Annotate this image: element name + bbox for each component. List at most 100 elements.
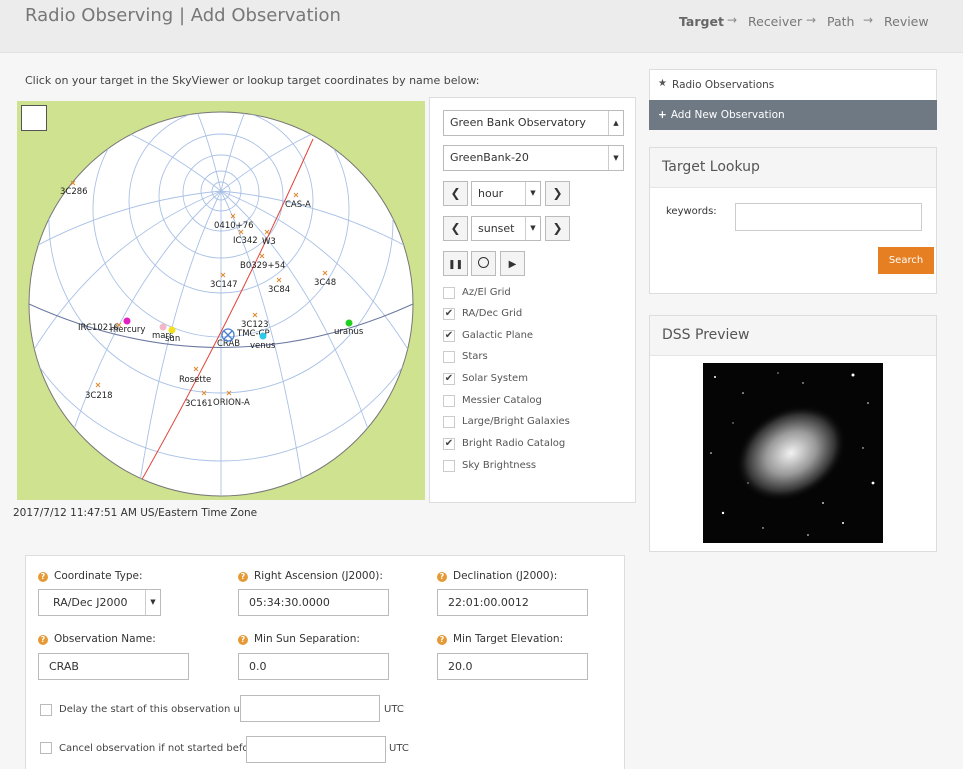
observatory-select[interactable]: Green Bank Observatory ▲ — [443, 110, 624, 136]
option-label: Messier Catalog — [462, 395, 542, 406]
chevron-down-icon: ▼ — [525, 217, 540, 240]
cancel-observation-input[interactable] — [246, 736, 386, 763]
pause-button[interactable]: ❚❚ — [443, 251, 468, 276]
step-forward-button[interactable]: ❯ — [545, 181, 570, 206]
coordinate-type-select[interactable]: RA/Dec J2000 ▼ — [38, 589, 161, 616]
source-label[interactable]: ORION-A — [213, 398, 250, 408]
help-icon[interactable]: ? — [437, 635, 447, 645]
sky-map[interactable]: 3C286 CAS-A 0410+76 IC342 W3 B0329+54 3C… — [17, 101, 425, 500]
source-label[interactable]: 3C84 — [268, 285, 290, 295]
source-label[interactable]: 0410+76 — [214, 221, 254, 231]
option-label: Stars — [462, 351, 488, 362]
observation-name-text: Observation Name: — [54, 633, 156, 645]
checkbox[interactable] — [443, 287, 455, 299]
source-label[interactable]: CAS-A — [285, 200, 311, 210]
page-title: Radio Observing | Add Observation — [25, 5, 341, 26]
sky-timestamp: 2017/7/12 11:47:51 AM US/Eastern Time Zo… — [13, 507, 258, 519]
help-icon[interactable]: ? — [38, 572, 48, 582]
observation-form: ? Coordinate Type: RA/Dec J2000 ▼ ? Right … — [25, 555, 625, 769]
delay-start-checkbox[interactable] — [40, 704, 52, 716]
telescope-select[interactable]: GreenBank-20 ▼ — [443, 145, 624, 171]
min-sun-separation-input[interactable]: 0.0 — [238, 653, 389, 680]
option-label: Sky Brightness — [462, 460, 537, 471]
delay-start-label: Delay the start of this observation unti… — [59, 704, 256, 715]
planet-label[interactable]: sun — [165, 334, 180, 344]
observation-name-input[interactable]: CRAB — [38, 653, 189, 680]
delay-start-input[interactable] — [240, 695, 380, 722]
cancel-observation-checkbox[interactable] — [40, 742, 52, 754]
venus-marker[interactable] — [259, 332, 267, 340]
radio-observations-link[interactable]: ★ Radio Observations — [649, 69, 937, 101]
chevron-down-icon: ▼ — [608, 146, 623, 170]
step-receiver[interactable]: Receiver — [748, 14, 802, 29]
source-label[interactable]: W3 — [262, 237, 276, 247]
source-label[interactable]: 3C48 — [314, 278, 336, 288]
right-ascension-input[interactable]: 05:34:30.0000 — [238, 589, 389, 616]
source-label[interactable]: B0329+54 — [240, 261, 285, 271]
planet-label[interactable]: uranus — [334, 327, 364, 337]
telescope-value: GreenBank-20 — [450, 151, 529, 164]
mercury-marker[interactable] — [123, 317, 131, 325]
source-label[interactable]: Rosette — [179, 375, 211, 385]
declination-text: Declination (J2000): — [453, 570, 558, 582]
help-icon[interactable]: ? — [238, 572, 248, 582]
sky-viewer[interactable]: 3C286 CAS-A 0410+76 IC342 W3 B0329+54 3C… — [17, 101, 425, 500]
declination-input[interactable]: 22:01:00.0012 — [437, 589, 588, 616]
planet-label[interactable]: mercury — [110, 325, 145, 335]
help-icon[interactable]: ? — [437, 572, 447, 582]
step-arrow: → — [727, 13, 738, 27]
min-target-elevation-text: Min Target Elevation: — [453, 633, 564, 645]
option-label: Solar System — [462, 373, 528, 384]
checkbox-checked[interactable]: ✔ — [443, 438, 455, 450]
checkbox-checked[interactable]: ✔ — [443, 308, 455, 320]
sky-controls-panel: Green Bank Observatory ▲ GreenBank-20 ▼ … — [429, 97, 636, 503]
option-label: Galactic Plane — [462, 330, 534, 341]
event-select[interactable]: sunset ▼ — [471, 216, 541, 241]
coordinate-type-value: RA/Dec J2000 — [53, 596, 128, 609]
checkbox[interactable] — [443, 395, 455, 407]
step-arrow: → — [806, 13, 817, 27]
checkbox-checked[interactable]: ✔ — [443, 373, 455, 385]
option-label: Az/El Grid — [462, 287, 511, 298]
keywords-input[interactable] — [735, 203, 922, 231]
event-back-button[interactable]: ❮ — [443, 216, 468, 241]
play-button[interactable]: ▶ — [500, 251, 525, 276]
min-target-elevation-input[interactable]: 20.0 — [437, 653, 588, 680]
help-icon[interactable]: ? — [238, 635, 248, 645]
sun-marker[interactable] — [168, 326, 176, 334]
planet-label[interactable]: venus — [250, 341, 276, 351]
observation-name-label: ? Observation Name: — [38, 633, 156, 645]
step-unit-select[interactable]: hour ▼ — [471, 181, 541, 206]
source-label[interactable]: 3C286 — [60, 187, 88, 197]
target-lookup-title: Target Lookup — [650, 148, 936, 188]
mars-marker[interactable] — [159, 323, 167, 331]
help-icon[interactable]: ? — [38, 635, 48, 645]
uranus-marker[interactable] — [345, 319, 353, 327]
step-target[interactable]: Target — [679, 14, 724, 29]
step-back-button[interactable]: ❮ — [443, 181, 468, 206]
instructions-text: Click on your target in the SkyViewer or… — [25, 74, 480, 87]
checkbox[interactable] — [443, 416, 455, 428]
observatory-value: Green Bank Observatory — [450, 116, 586, 129]
source-label[interactable]: 3C147 — [210, 280, 238, 290]
source-label[interactable]: 3C218 — [85, 391, 113, 401]
chevron-right-icon: ❯ — [552, 186, 563, 200]
step-path[interactable]: Path — [827, 14, 854, 29]
coordinate-type-label: ? Coordinate Type: — [38, 570, 143, 582]
step-review[interactable]: Review — [884, 14, 929, 29]
min-sun-separation-label: ? Min Sun Separation: — [238, 633, 360, 645]
checkbox-checked[interactable]: ✔ — [443, 330, 455, 342]
checkbox[interactable] — [443, 351, 455, 363]
play-icon: ▶ — [508, 259, 517, 270]
checkbox[interactable] — [443, 460, 455, 472]
source-label[interactable]: 3C161 — [185, 399, 213, 409]
search-button[interactable]: Search — [878, 247, 934, 274]
event-value: sunset — [478, 222, 515, 235]
source-label[interactable]: IC342 — [233, 236, 258, 246]
add-new-observation-link[interactable]: + Add New Observation — [649, 100, 937, 130]
step-unit-value: hour — [478, 187, 504, 200]
chevron-left-icon: ❮ — [450, 221, 461, 235]
now-button[interactable] — [471, 251, 496, 276]
event-forward-button[interactable]: ❯ — [545, 216, 570, 241]
sky-expand-button[interactable] — [21, 105, 47, 131]
